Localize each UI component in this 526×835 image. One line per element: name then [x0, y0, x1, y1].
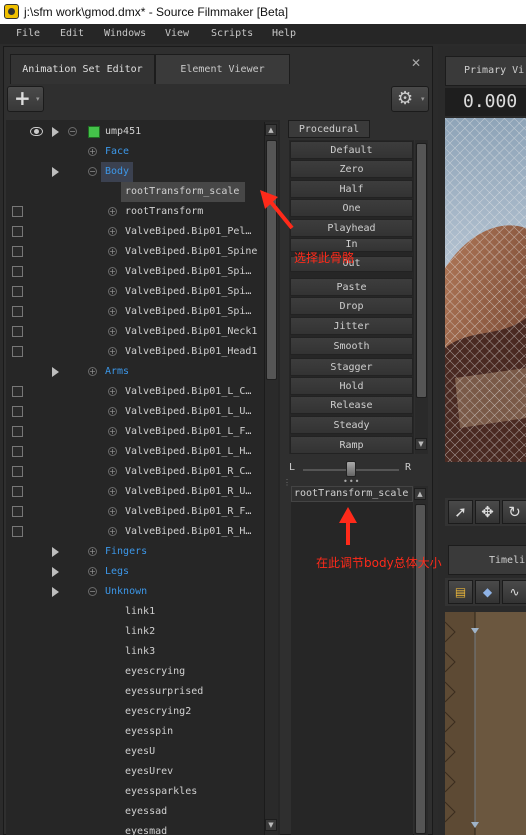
arrow-select-bone [268, 199, 294, 230]
annotation-arrows [260, 190, 357, 545]
annotation-select-bone: 选择此骨骼 [294, 251, 355, 265]
annotation-adjust-size: 在此调节body总体大小 [316, 556, 442, 570]
